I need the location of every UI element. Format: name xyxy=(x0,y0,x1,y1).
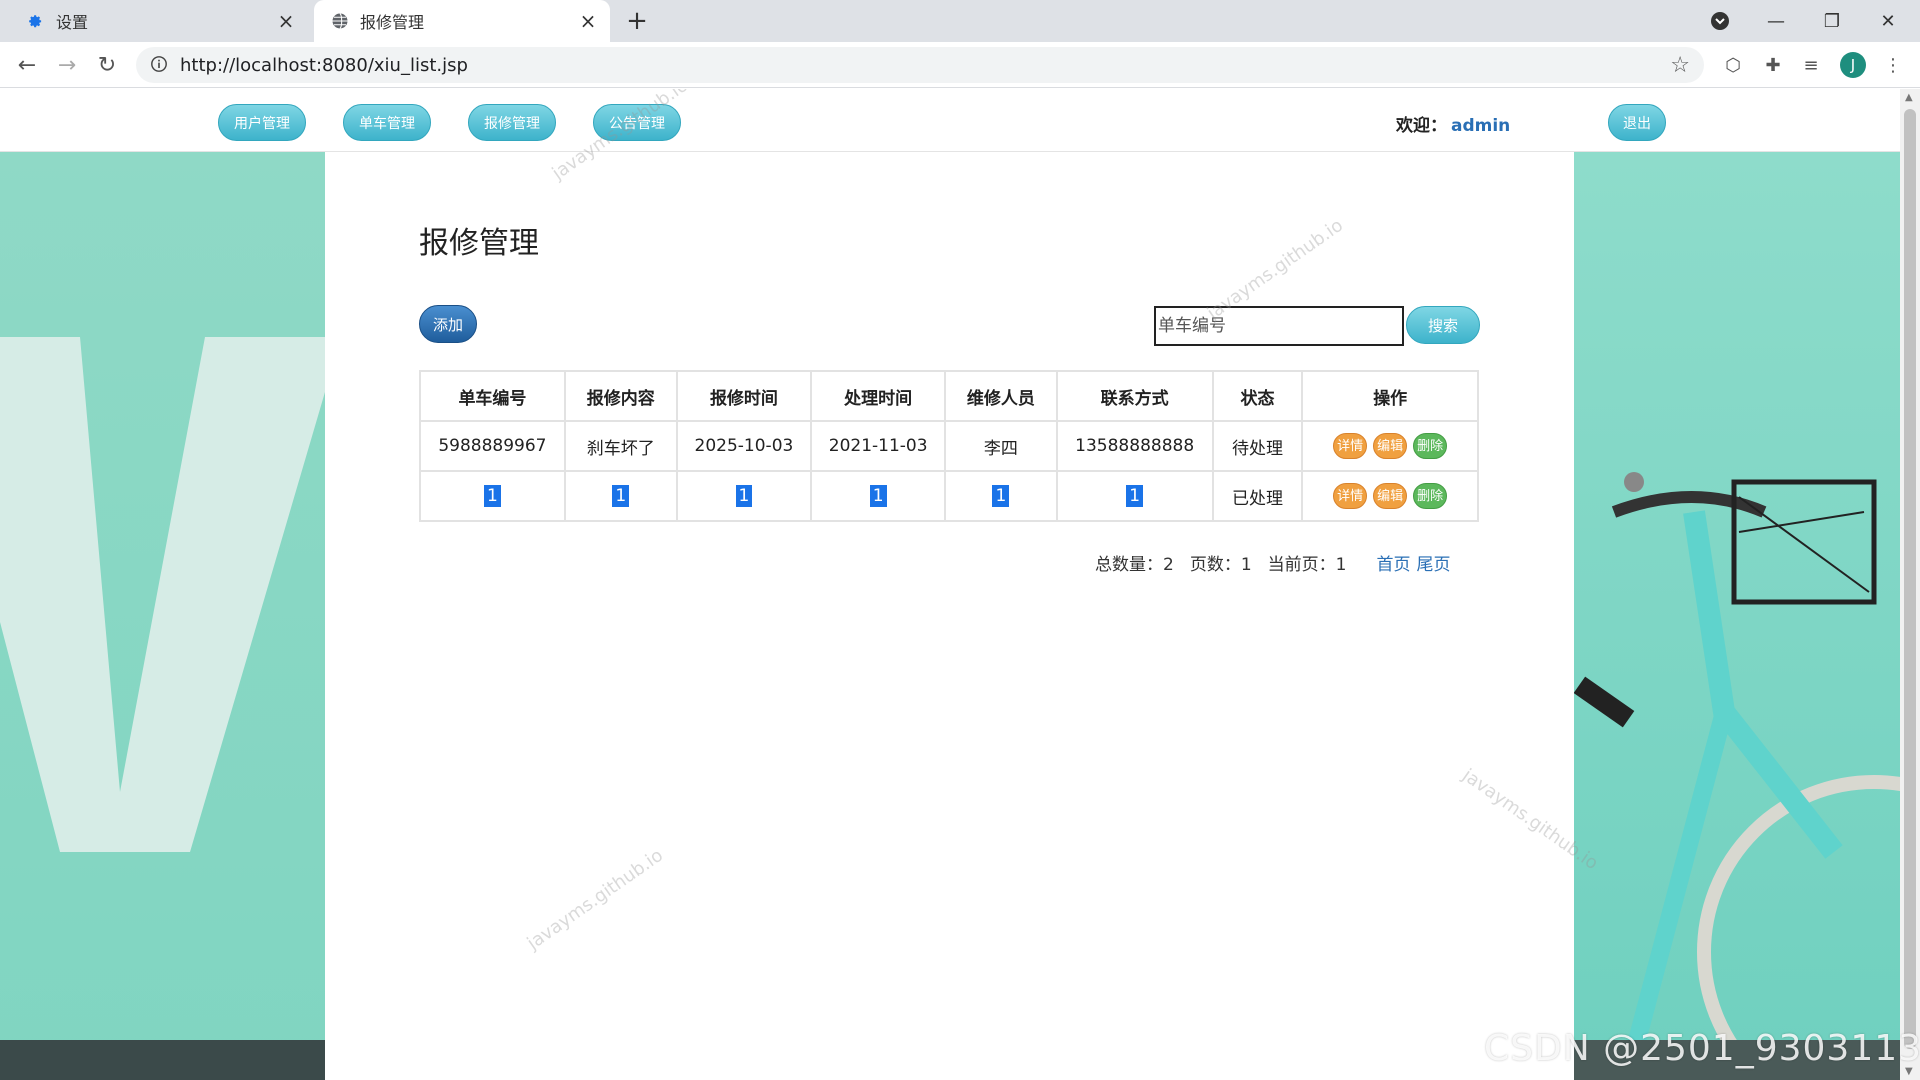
search-button[interactable]: 搜索 xyxy=(1406,306,1480,344)
forward-arrow-icon[interactable]: → xyxy=(52,50,82,80)
current-page: 当前页：1 xyxy=(1267,555,1347,575)
minimize-icon[interactable]: — xyxy=(1758,6,1794,36)
cell-handle-time: 2021-11-03 xyxy=(810,420,947,472)
tab-search-icon[interactable] xyxy=(1702,6,1738,36)
first-page-link[interactable]: 首页 xyxy=(1376,555,1410,575)
pagination: 总数量：2 页数：1 当前页：1 首页 尾页 xyxy=(1095,550,1450,575)
search-input[interactable] xyxy=(1154,306,1404,346)
column-header: 维修人员 xyxy=(944,370,1058,422)
add-button[interactable]: 添加 xyxy=(419,305,477,343)
column-header: 状态 xyxy=(1211,370,1304,422)
welcome-label: 欢迎： xyxy=(1396,116,1447,136)
nav-repair-management[interactable]: 报修管理 xyxy=(468,104,556,141)
menu-kebab-icon[interactable]: ⋮ xyxy=(1880,52,1906,78)
restore-icon[interactable]: ❐ xyxy=(1814,6,1850,36)
cell-status: 已处理 xyxy=(1211,470,1304,522)
edit-button[interactable]: 编辑 xyxy=(1373,483,1408,509)
page-count: 页数：1 xyxy=(1189,555,1252,575)
address-toolbar: ← → ↻ http://localhost:8080/xiu_list.jsp… xyxy=(0,42,1920,88)
nav-user-management[interactable]: 用户管理 xyxy=(218,104,306,141)
page-scrollbar[interactable]: ▲ ▼ xyxy=(1900,89,1920,1080)
column-header: 操作 xyxy=(1301,370,1479,422)
detail-button[interactable]: 详情 xyxy=(1333,433,1368,459)
nav-bike-management[interactable]: 单车管理 xyxy=(343,104,431,141)
corner-watermark: CSDN @2501_93031130 xyxy=(1484,1028,1920,1069)
globe-icon xyxy=(328,9,352,33)
address-bar[interactable]: http://localhost:8080/xiu_list.jsp ☆ xyxy=(136,47,1704,83)
window-close-icon[interactable]: ✕ xyxy=(1870,6,1906,36)
repair-table: 单车编号 报修内容 报修时间 处理时间 维修人员 联系方式 状态 操作 5988… xyxy=(419,370,1479,522)
column-header: 处理时间 xyxy=(810,370,947,422)
tab-title: 设置 xyxy=(56,13,89,32)
nav-notice-management[interactable]: 公告管理 xyxy=(593,104,681,141)
floor-strip xyxy=(0,1040,325,1080)
delete-button[interactable]: 删除 xyxy=(1413,433,1448,459)
column-header: 单车编号 xyxy=(419,370,566,422)
tab-settings[interactable]: 设置 × xyxy=(10,0,308,42)
selected-text: 1 xyxy=(612,485,630,507)
cell-handle-time: 1 xyxy=(810,470,947,522)
background-image-right xyxy=(1574,152,1900,1080)
column-header: 报修时间 xyxy=(675,370,813,422)
table-header-row: 单车编号 报修内容 报修时间 处理时间 维修人员 联系方式 状态 操作 xyxy=(419,370,1479,422)
page-title: 报修管理 xyxy=(419,226,539,261)
cell-content: 1 xyxy=(563,470,678,522)
cell-status: 待处理 xyxy=(1211,420,1304,472)
cell-content: 刹车坏了 xyxy=(563,420,678,472)
last-page-link[interactable]: 尾页 xyxy=(1416,555,1450,575)
selected-text: 1 xyxy=(484,485,501,507)
total-count: 总数量：2 xyxy=(1095,555,1174,575)
username: admin xyxy=(1451,116,1511,136)
cell-phone: 1 xyxy=(1055,470,1214,522)
top-navigation: 用户管理 单车管理 报修管理 公告管理 欢迎： admin 退出 xyxy=(0,89,1900,152)
cell-report-time: 2025-10-03 xyxy=(675,420,813,472)
column-header: 报修内容 xyxy=(563,370,678,422)
close-icon[interactable]: × xyxy=(274,9,298,33)
cell-actions: 详情 编辑 删除 xyxy=(1301,420,1479,472)
selected-text: 1 xyxy=(992,485,1010,507)
cell-bike-no: 1 xyxy=(419,470,566,522)
url-text: http://localhost:8080/xiu_list.jsp xyxy=(180,54,468,76)
decorative-letter-v xyxy=(0,337,325,852)
cell-actions: 详情 编辑 删除 xyxy=(1301,470,1479,522)
cell-phone: 13588888888 xyxy=(1055,420,1214,472)
info-icon[interactable] xyxy=(150,55,170,75)
selected-text: 1 xyxy=(1126,485,1144,507)
browser-tab-bar: 设置 × 报修管理 × + — ❐ ✕ xyxy=(0,0,1920,42)
column-header: 联系方式 xyxy=(1055,370,1214,422)
background-image-left xyxy=(0,152,325,1080)
detail-button[interactable]: 详情 xyxy=(1333,483,1368,509)
table-row: 1 1 1 1 1 1 已处理 详情 编辑 删除 xyxy=(419,470,1479,522)
profile-avatar[interactable]: J xyxy=(1840,52,1866,78)
tab-repair-management[interactable]: 报修管理 × xyxy=(314,0,610,42)
cell-report-time: 1 xyxy=(675,470,813,522)
cell-bike-no: 5988889967 xyxy=(419,420,566,472)
edit-button[interactable]: 编辑 xyxy=(1373,433,1408,459)
gear-icon xyxy=(24,9,48,33)
scroll-up-arrow-icon[interactable]: ▲ xyxy=(1905,92,1913,103)
cell-repairer: 1 xyxy=(944,470,1058,522)
selected-text: 1 xyxy=(869,485,887,507)
delete-button[interactable]: 删除 xyxy=(1413,483,1448,509)
table-row: 5988889967 刹车坏了 2025-10-03 2021-11-03 李四… xyxy=(419,420,1479,472)
welcome-text: 欢迎： admin xyxy=(1396,111,1510,136)
cell-repairer: 李四 xyxy=(944,420,1058,472)
reload-icon[interactable]: ↻ xyxy=(92,50,122,80)
main-content: 报修管理 添加 搜索 单车编号 报修内容 报修时间 处理时间 维修人员 联系方式… xyxy=(325,152,1574,1080)
extensions-puzzle-icon[interactable]: ✚ xyxy=(1760,52,1786,78)
reading-list-icon[interactable]: ≡ xyxy=(1798,52,1824,78)
extension-hexagon-icon[interactable]: ⬡ xyxy=(1720,52,1746,78)
tab-title: 报修管理 xyxy=(360,13,425,32)
web-page: 用户管理 单车管理 报修管理 公告管理 欢迎： admin 退出 报修管理 添加 … xyxy=(0,89,1900,1080)
bicycle-illustration xyxy=(1574,472,1900,1080)
bookmark-star-icon[interactable]: ☆ xyxy=(1670,53,1690,78)
back-arrow-icon[interactable]: ← xyxy=(12,50,42,80)
close-icon[interactable]: × xyxy=(576,9,600,33)
new-tab-plus-icon[interactable]: + xyxy=(622,6,652,36)
logout-button[interactable]: 退出 xyxy=(1608,104,1666,141)
selected-text: 1 xyxy=(735,485,753,507)
scrollbar-thumb[interactable] xyxy=(1904,109,1916,1049)
